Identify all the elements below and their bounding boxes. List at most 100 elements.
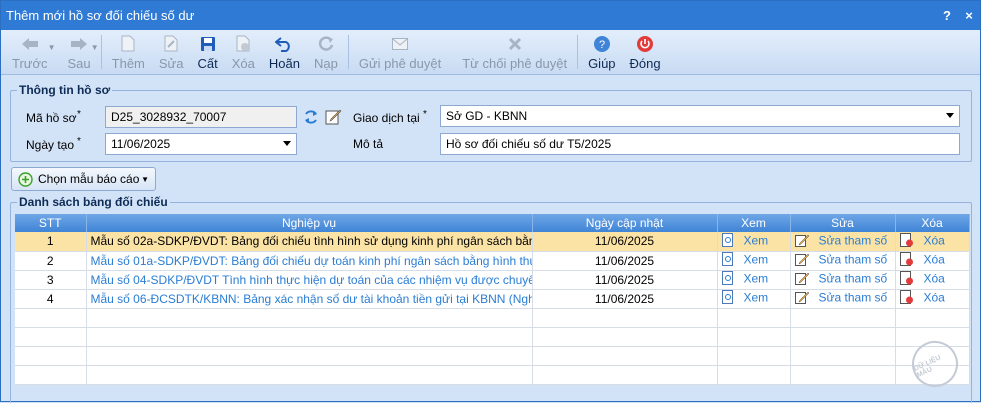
x-icon [508, 34, 522, 54]
chevron-down-icon: ▼ [47, 43, 56, 52]
envelope-icon [392, 34, 409, 54]
date-picker[interactable]: 11/06/2025 [105, 133, 297, 155]
header-stt[interactable]: STT [15, 214, 87, 232]
edit-document-icon [164, 34, 178, 54]
transaction-select[interactable]: Sở GD - KBNN [440, 105, 960, 127]
delete-link[interactable]: Xóa [924, 233, 945, 247]
view-document-icon [721, 232, 734, 250]
pencil-icon [794, 271, 809, 288]
view-link[interactable]: Xem [744, 272, 769, 286]
row-view-cell[interactable]: Xem [717, 251, 791, 271]
row-edit-cell[interactable]: Sửa tham số [790, 232, 896, 252]
edit-params-link[interactable]: Sửa tham số [819, 253, 888, 267]
pencil-icon [794, 252, 809, 269]
required-mark: * [423, 109, 427, 120]
edit-code-icon[interactable] [325, 108, 342, 128]
row-stt: 1 [15, 232, 87, 252]
row-stt: 2 [15, 251, 87, 271]
delete-link[interactable]: Xóa [924, 291, 945, 305]
code-field[interactable]: D25_3028932_70007 [105, 106, 297, 128]
table-row[interactable]: 1 Mẫu số 02a-SDKP/ĐVDT: Bảng đối chiếu t… [15, 232, 970, 252]
row-edit-cell[interactable]: Sửa tham số [790, 289, 896, 309]
pencil-icon [794, 290, 809, 307]
row-edit-cell[interactable]: Sửa tham số [790, 251, 896, 271]
delete-document-icon [899, 271, 914, 288]
row-delete-cell[interactable]: Xóa [895, 232, 970, 252]
row-updated: 11/06/2025 [532, 251, 718, 271]
view-link[interactable]: Xem [744, 253, 769, 267]
floppy-disk-icon [200, 34, 216, 54]
arrow-right-icon [70, 34, 88, 54]
header-delete[interactable]: Xóa [895, 214, 970, 232]
view-document-icon [721, 252, 734, 269]
refresh-code-icon[interactable] [303, 109, 319, 128]
edit-params-link[interactable]: Sửa tham số [819, 272, 888, 286]
empty-row [15, 327, 970, 347]
table-row[interactable]: 2 Mẫu số 01a-SDKP/ĐVDT: Bảng đối chiếu d… [15, 251, 970, 271]
close-window-button[interactable]: × [958, 8, 980, 23]
header-edit[interactable]: Sửa [790, 214, 896, 232]
forward-button[interactable]: Sau ▼ [61, 30, 99, 74]
add-button[interactable]: Thêm [105, 30, 152, 74]
row-edit-cell[interactable]: Sửa tham số [790, 270, 896, 290]
header-business[interactable]: Nghiệp vụ [86, 214, 533, 232]
delete-link[interactable]: Xóa [924, 272, 945, 286]
pencil-icon [794, 233, 809, 250]
help-toolbar-button[interactable]: ? Giúp [581, 30, 622, 74]
reload-button[interactable]: Nạp [307, 30, 345, 74]
comparison-table: STT Nghiệp vụ Ngày cập nhật Xem Sửa Xóa … [15, 214, 970, 385]
row-stt: 4 [15, 289, 87, 309]
view-link[interactable]: Xem [744, 233, 769, 247]
info-group-title: Thông tin hồ sơ [17, 83, 113, 97]
row-updated: 11/06/2025 [532, 289, 718, 309]
header-updated[interactable]: Ngày cập nhật [532, 214, 718, 232]
help-icon: ? [593, 34, 611, 54]
table-header: STT Nghiệp vụ Ngày cập nhật Xem Sửa Xóa [15, 214, 970, 232]
edit-params-link[interactable]: Sửa tham số [819, 233, 888, 247]
refresh-icon [317, 34, 335, 54]
undo-icon [275, 34, 293, 54]
row-business: Mẫu số 01a-SDKP/ĐVDT: Bảng đối chiếu dự … [86, 251, 533, 271]
row-delete-cell[interactable]: Xóa [895, 289, 970, 309]
back-button[interactable]: Trước ▼ [5, 30, 56, 74]
window-title: Thêm mới hồ sơ đối chiếu số dư [6, 8, 195, 23]
view-link[interactable]: Xem [744, 291, 769, 305]
row-stt: 3 [15, 270, 87, 290]
save-button[interactable]: Cất [191, 30, 225, 74]
row-business: Mẫu số 02a-SDKP/ĐVDT: Bảng đối chiếu tìn… [86, 232, 533, 252]
row-delete-cell[interactable]: Xóa [895, 270, 970, 290]
power-icon [636, 34, 654, 54]
required-mark: * [77, 136, 81, 147]
row-business: Mẫu số 04-SDKP/ĐVDT Tình hình thực hiện … [86, 270, 533, 290]
row-updated: 11/06/2025 [532, 232, 718, 252]
table-row[interactable]: 4 Mẫu số 06-ĐCSDTK/KBNN: Bảng xác nhận s… [15, 289, 970, 309]
empty-row [15, 346, 970, 366]
empty-row [15, 308, 970, 328]
row-view-cell[interactable]: Xem [717, 289, 791, 309]
desc-input[interactable]: Hồ sơ đối chiếu số dư T5/2025 [440, 133, 960, 155]
chevron-down-icon [283, 141, 291, 146]
choose-template-button[interactable]: Chọn mẫu báo cáo ▼ [11, 167, 156, 191]
desc-label: Mô tả [353, 137, 384, 151]
edit-button[interactable]: Sửa [152, 30, 191, 74]
plus-circle-icon [18, 171, 33, 187]
row-view-cell[interactable]: Xem [717, 232, 791, 252]
close-button[interactable]: Đóng [623, 30, 668, 74]
delete-document-icon [899, 290, 914, 307]
date-label: Ngày tạo [26, 138, 75, 152]
view-document-icon [721, 290, 734, 307]
row-delete-cell[interactable]: Xóa [895, 251, 970, 271]
help-button[interactable]: ? [936, 8, 958, 23]
row-view-cell[interactable]: Xem [717, 270, 791, 290]
header-view[interactable]: Xem [717, 214, 791, 232]
undo-button[interactable]: Hoãn [262, 30, 307, 74]
edit-params-link[interactable]: Sửa tham số [819, 291, 888, 305]
delete-document-icon [236, 34, 251, 54]
transaction-label: Giao dịch tại [353, 111, 420, 125]
code-label: Mã hồ sơ [26, 111, 77, 125]
delete-button[interactable]: Xóa [225, 30, 262, 74]
table-row[interactable]: 3 Mẫu số 04-SDKP/ĐVDT Tình hình thực hiệ… [15, 270, 970, 290]
submit-approval-button[interactable]: Gửi phê duyệt [352, 30, 448, 74]
reject-approval-button[interactable]: Từ chối phê duyệt [455, 30, 574, 74]
delete-link[interactable]: Xóa [924, 253, 945, 267]
